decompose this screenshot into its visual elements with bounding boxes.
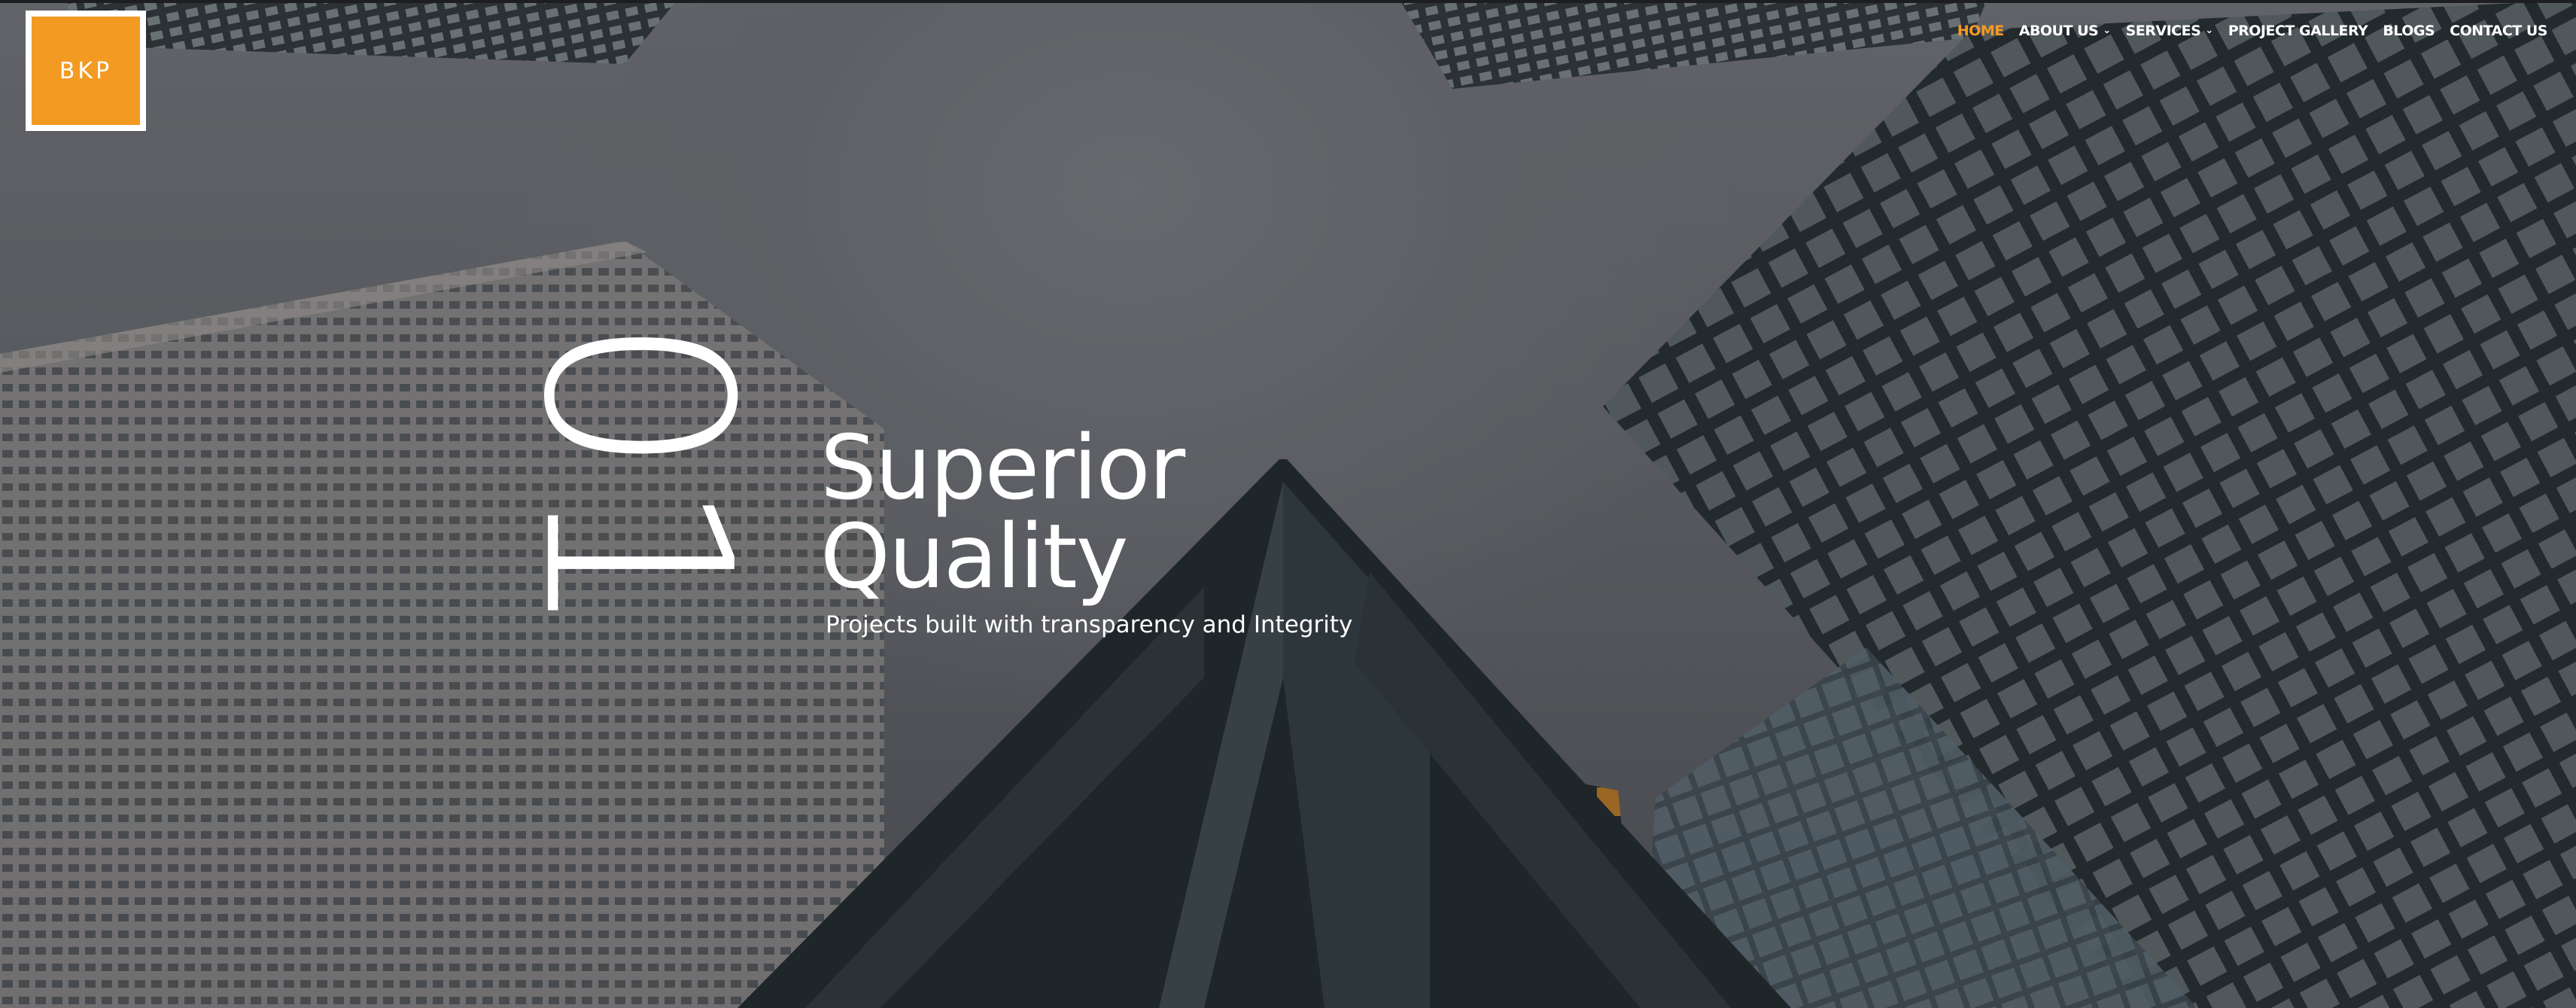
nav-item-contact-us[interactable]: CONTACT US (2442, 23, 2555, 39)
main-navigation: HOME ABOUT US ⌄ SERVICES ⌄ PROJECT GALLE… (1950, 23, 2555, 39)
nav-item-label: BLOGS (2383, 23, 2435, 39)
hero-section: BKP HOME ABOUT US ⌄ SERVICES ⌄ PROJECT G… (0, 0, 2576, 1008)
nav-item-project-gallery[interactable]: PROJECT GALLERY (2221, 23, 2376, 39)
headline-line-1: Superior (820, 416, 1185, 519)
hero-headline: Superior Quality (820, 416, 1185, 608)
slide-number-text: 01 (487, 315, 785, 641)
nav-item-label: HOME (1957, 23, 2004, 39)
nav-item-blogs[interactable]: BLOGS (2375, 23, 2442, 39)
nav-item-about-us[interactable]: ABOUT US ⌄ (2012, 23, 2118, 39)
top-border (0, 0, 2576, 3)
chevron-down-icon: ⌄ (2205, 24, 2213, 36)
nav-item-label: CONTACT US (2450, 23, 2547, 39)
logo-text: BKP (59, 57, 113, 84)
skyscrapers-background-image (0, 0, 2576, 1008)
nav-item-services[interactable]: SERVICES ⌄ (2118, 23, 2221, 39)
nav-item-label: ABOUT US (2018, 23, 2099, 39)
nav-item-label: PROJECT GALLERY (2228, 23, 2368, 39)
nav-item-label: SERVICES (2125, 23, 2201, 39)
chevron-down-icon: ⌄ (2103, 24, 2111, 36)
headline-line-2: Quality (820, 504, 1129, 608)
site-logo[interactable]: BKP (26, 11, 146, 131)
nav-item-home[interactable]: HOME (1950, 23, 2012, 39)
slide-number: 01 (487, 315, 785, 641)
hero-subheadline: Projects built with transparency and Int… (826, 611, 1353, 638)
